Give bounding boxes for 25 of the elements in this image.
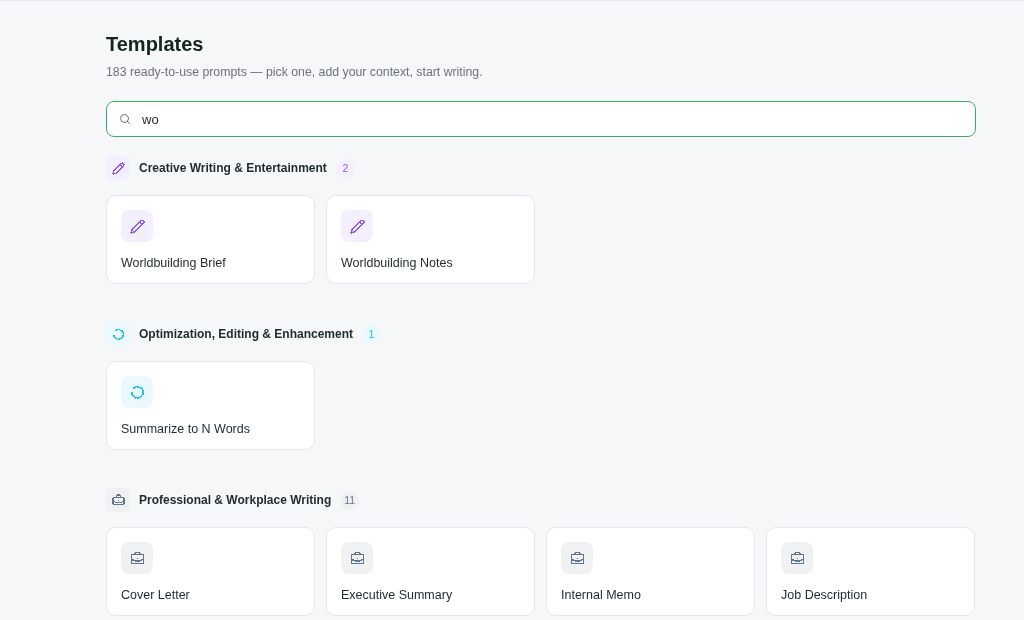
section-title: Professional & Workplace Writing	[139, 493, 332, 507]
page-subtitle: 183 ready-to-use prompts — pick one, add your context, start writing.	[106, 64, 483, 80]
template-card[interactable]: Worldbuilding Brief	[106, 195, 315, 284]
template-card[interactable]: Executive Summary	[326, 527, 535, 616]
briefcase-icon	[106, 488, 130, 512]
search-icon	[119, 113, 131, 125]
pencil-icon	[341, 210, 373, 242]
template-card[interactable]: Worldbuilding Notes	[326, 195, 535, 284]
count-badge: 2	[335, 158, 355, 178]
briefcase-icon	[341, 542, 373, 574]
template-card[interactable]: Job Description	[766, 527, 975, 616]
template-card[interactable]: Cover Letter	[106, 527, 315, 616]
briefcase-icon	[561, 542, 593, 574]
briefcase-icon	[781, 542, 813, 574]
pencil-icon	[121, 210, 153, 242]
page-title: Templates	[106, 32, 204, 56]
section-title: Creative Writing & Entertainment	[139, 161, 327, 175]
pencil-icon	[106, 156, 130, 180]
briefcase-icon	[121, 542, 153, 574]
section-title: Optimization, Editing & Enhancement	[139, 327, 353, 341]
search-field[interactable]: wo	[106, 101, 976, 137]
template-card[interactable]: Summarize to N Words	[106, 361, 315, 450]
count-badge: 11	[340, 490, 360, 510]
template-card[interactable]: Internal Memo	[546, 527, 755, 616]
count-badge: 1	[362, 324, 381, 344]
